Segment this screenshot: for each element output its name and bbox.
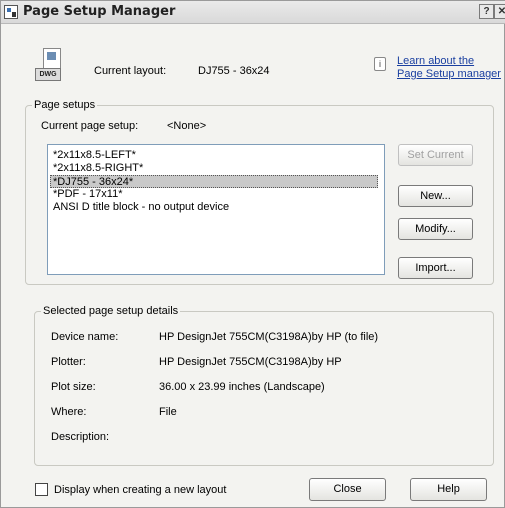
learn-link-line1[interactable]: Learn about the [397, 55, 505, 68]
modify-button[interactable]: Modify... [398, 218, 473, 240]
current-page-setup-value: <None> [167, 120, 207, 132]
learn-link-line2[interactable]: Page Setup manager [397, 68, 505, 81]
window-title: Page Setup Manager [23, 4, 176, 19]
set-current-button[interactable]: Set Current [398, 144, 473, 166]
where-value: File [159, 406, 177, 418]
current-layout-value: DJ755 - 36x24 [198, 65, 270, 77]
list-item[interactable]: *2x11x8.5-RIGHT* [51, 162, 145, 175]
display-on-new-layout-checkbox[interactable] [35, 483, 48, 496]
dwg-icon-text: DWG [35, 68, 61, 81]
help-button[interactable]: Help [410, 478, 487, 501]
current-page-setup-label: Current page setup: [41, 120, 139, 132]
device-name-value: HP DesignJet 755CM(C3198A)by HP (to file… [159, 331, 379, 343]
learn-about-link[interactable]: Learn about the Page Setup manager [397, 55, 505, 81]
page-setups-list[interactable]: *2x11x8.5-LEFT* *2x11x8.5-RIGHT* *DJ755 … [47, 144, 385, 275]
title-bar[interactable]: Page Setup Manager ? ✕ [1, 1, 505, 24]
list-item[interactable]: *PDF - 17x11* [51, 188, 125, 201]
new-button[interactable]: New... [398, 185, 473, 207]
list-item-selected[interactable]: *DJ755 - 36x24* [50, 175, 378, 188]
current-layout-label: Current layout: [94, 65, 167, 77]
import-button[interactable]: Import... [398, 257, 473, 279]
plot-size-value: 36.00 x 23.99 inches (Landscape) [159, 381, 325, 393]
display-on-new-layout-label[interactable]: Display when creating a new layout [54, 484, 226, 496]
page-setup-manager-dialog: Page Setup Manager ? ✕ DWG Current layou… [0, 0, 505, 508]
info-icon: i [374, 57, 386, 71]
plotter-label: Plotter: [51, 356, 86, 368]
page-setups-legend: Page setups [32, 99, 98, 111]
description-label: Description: [51, 431, 110, 443]
where-label: Where: [51, 406, 87, 418]
list-item[interactable]: ANSI D title block - no output device [51, 201, 231, 214]
title-help-button[interactable]: ? [479, 4, 494, 19]
plot-size-label: Plot size: [51, 381, 96, 393]
device-name-label: Device name: [51, 331, 119, 343]
title-close-button[interactable]: ✕ [494, 4, 505, 19]
app-icon [4, 5, 18, 19]
list-item[interactable]: *2x11x8.5-LEFT* [51, 149, 138, 162]
close-button[interactable]: Close [309, 478, 386, 501]
details-legend: Selected page setup details [41, 305, 181, 317]
plotter-value: HP DesignJet 755CM(C3198A)by HP [159, 356, 342, 368]
dwg-file-icon: DWG [35, 48, 65, 81]
